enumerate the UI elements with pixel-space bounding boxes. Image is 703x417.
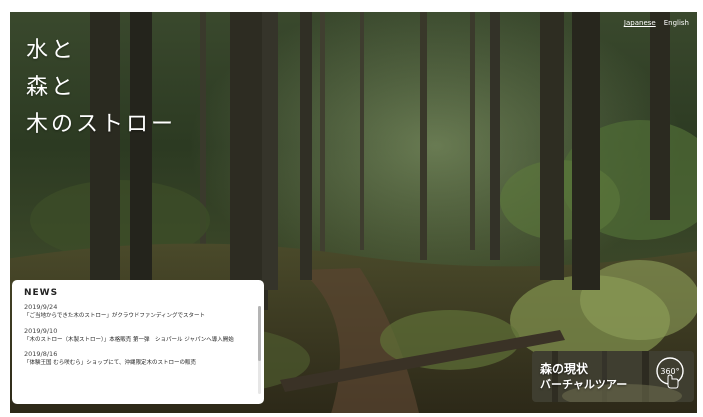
- news-panel: NEWS 2019/9/24 「ご当地からできた木のストロー」がクラウドファンデ…: [12, 280, 264, 404]
- news-date: 2019/9/24: [24, 303, 58, 311]
- tour-line-1: 森の現状: [540, 362, 589, 376]
- news-list[interactable]: 2019/9/24 「ご当地からできた木のストロー」がクラウドファンディングでス…: [24, 303, 254, 399]
- 360-hand-icon: 360°: [656, 357, 684, 389]
- page: Japanese English 水と 森と 木のストロー NEWS 2019/…: [0, 0, 703, 417]
- top-border: [0, 0, 703, 12]
- virtual-tour-button[interactable]: 森の現状 バーチャルツアー 360°: [532, 351, 694, 402]
- news-item[interactable]: 2019/9/10 「木のストロー（木製ストロー）」本格販売 第一弾 ショパール…: [24, 327, 244, 345]
- hero-line-2: 森と: [26, 75, 77, 100]
- news-date: 2019/9/10: [24, 326, 58, 335]
- hero-line-3: 木のストロー: [26, 112, 177, 137]
- news-scrollbar[interactable]: [258, 306, 261, 394]
- hero-line-1: 水と: [26, 38, 77, 63]
- news-item[interactable]: 2019/9/24 「ご当地からできた木のストロー」がクラウドファンディングでス…: [24, 303, 244, 321]
- right-border: [697, 0, 703, 417]
- tour-label: 森の現状 バーチャルツアー: [540, 361, 627, 393]
- language-japanese-link[interactable]: Japanese: [624, 19, 656, 27]
- news-link[interactable]: 「ご当地からできた木のストロー」がクラウドファンディングでスタート: [24, 312, 244, 321]
- language-english-link[interactable]: English: [664, 19, 689, 27]
- hero-title: 水と 森と 木のストロー: [26, 32, 176, 143]
- news-item[interactable]: 2019/8/16 「体験王国 むら咲むら」ショップにて、沖縄限定木のストローの…: [24, 350, 244, 368]
- news-link[interactable]: 「体験王国 むら咲むら」ショップにて、沖縄限定木のストローの販売: [24, 359, 244, 368]
- news-date: 2019/8/16: [24, 350, 58, 358]
- news-heading: NEWS: [24, 288, 59, 298]
- language-switcher: Japanese English: [624, 19, 689, 27]
- bottom-border: [0, 413, 703, 417]
- news-scrollbar-thumb[interactable]: [258, 306, 261, 361]
- news-link[interactable]: 「木のストロー（木製ストロー）」本格販売 第一弾 ショパール ジャパンへ導入開始: [24, 336, 244, 345]
- left-border: [0, 0, 10, 417]
- tour-line-2: バーチャルツアー: [540, 378, 628, 391]
